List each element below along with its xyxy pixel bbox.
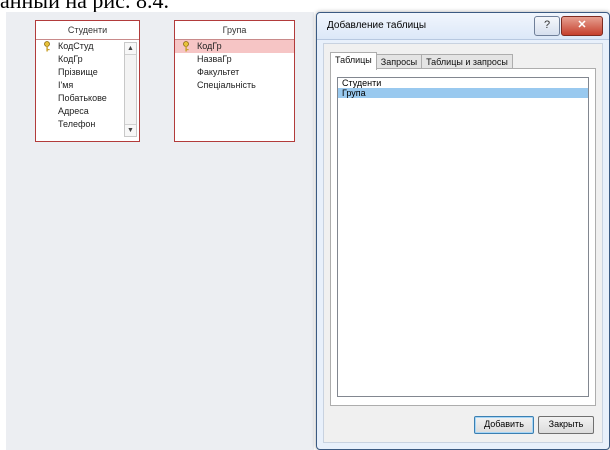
tab-queries[interactable]: Запросы bbox=[375, 54, 423, 69]
tables-listbox[interactable]: Студенти Група bbox=[337, 77, 589, 397]
field-label: Побатькове bbox=[58, 93, 107, 103]
help-button[interactable]: ? bbox=[534, 16, 560, 36]
table-group-fields: КодГр НазваГр Факультет Спеціальність bbox=[175, 40, 294, 141]
table-group[interactable]: Група КодГр НазваГр Факультет Спеціальні… bbox=[174, 20, 295, 142]
field-row[interactable]: НазваГр bbox=[175, 53, 294, 66]
field-label: Факультет bbox=[197, 67, 240, 77]
scroll-up-icon[interactable]: ▲ bbox=[125, 43, 136, 55]
tab-tables-and-queries[interactable]: Таблицы и запросы bbox=[421, 54, 513, 69]
field-label: І'мя bbox=[58, 80, 74, 90]
dialog-titlebar[interactable]: Добавление таблицы ? ✕ bbox=[317, 13, 609, 40]
field-label: КодСтуд bbox=[58, 41, 94, 51]
dialog-body: Таблицы Запросы Таблицы и запросы Студен… bbox=[323, 43, 603, 443]
list-item[interactable]: Студенти bbox=[338, 78, 588, 88]
query-design-workspace[interactable]: Студенти КодСтуд КодГр Прізвище І'мя Поб… bbox=[6, 12, 314, 450]
close-button[interactable]: Закрыть bbox=[538, 416, 594, 434]
table-students[interactable]: Студенти КодСтуд КодГр Прізвище І'мя Поб… bbox=[35, 20, 140, 142]
field-label: Прізвище bbox=[58, 67, 98, 77]
field-row[interactable]: Факультет bbox=[175, 66, 294, 79]
table-students-title[interactable]: Студенти bbox=[36, 21, 139, 40]
key-icon bbox=[44, 41, 50, 52]
field-label: КодГр bbox=[58, 54, 83, 64]
field-label: Адреса bbox=[58, 106, 89, 116]
tab-strip: Таблицы Запросы Таблицы и запросы bbox=[330, 52, 513, 70]
students-scrollbar[interactable]: ▲ ▼ bbox=[124, 42, 137, 137]
field-row[interactable]: КодГр bbox=[175, 40, 294, 53]
scroll-down-icon[interactable]: ▼ bbox=[125, 124, 136, 136]
table-group-title[interactable]: Група bbox=[175, 21, 294, 40]
close-icon[interactable]: ✕ bbox=[561, 16, 603, 36]
add-button[interactable]: Добавить bbox=[474, 416, 534, 434]
field-label: Телефон bbox=[58, 119, 96, 129]
dialog-title: Добавление таблицы bbox=[327, 20, 427, 31]
key-icon bbox=[183, 41, 189, 52]
list-item[interactable]: Група bbox=[338, 88, 588, 98]
field-label: НазваГр bbox=[197, 54, 232, 64]
field-label: Спеціальність bbox=[197, 80, 256, 90]
tab-panel: Студенти Група bbox=[330, 68, 596, 406]
field-label: КодГр bbox=[197, 41, 222, 51]
field-row[interactable]: Спеціальність bbox=[175, 79, 294, 92]
tab-tables[interactable]: Таблицы bbox=[330, 52, 377, 70]
add-table-dialog: Добавление таблицы ? ✕ Таблицы Запросы Т… bbox=[316, 12, 610, 450]
